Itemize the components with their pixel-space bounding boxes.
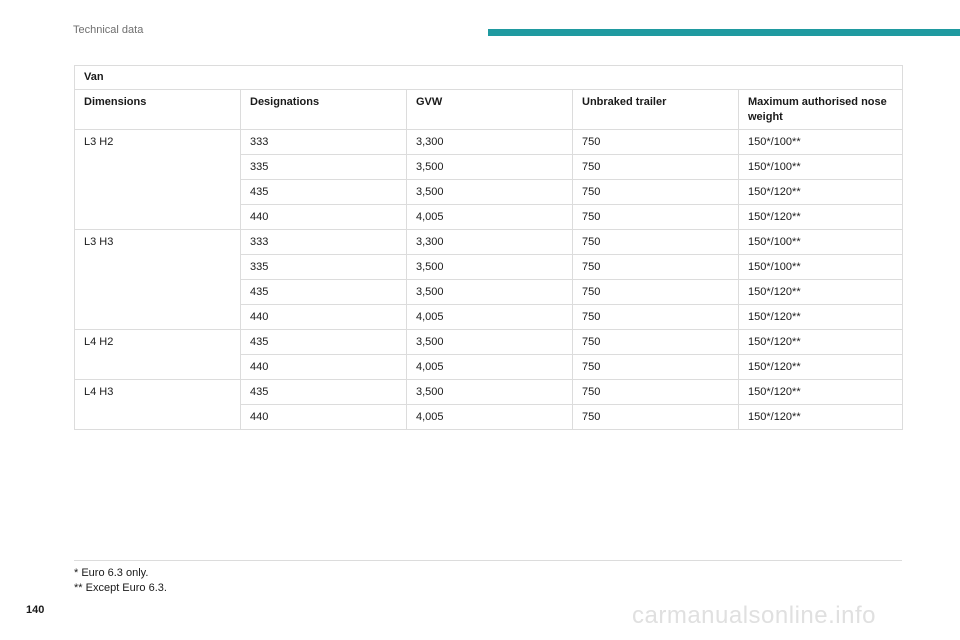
table-cell: 750 [572, 229, 739, 255]
table-cell: 750 [572, 354, 739, 380]
dimension-cell: L4 H2 [74, 329, 241, 380]
dimension-cell: L4 H3 [74, 379, 241, 430]
table-row: L3 H2 333 3,300 750 150*/100** [74, 129, 904, 230]
table-cell: 4,005 [406, 354, 573, 380]
table-cell: 150*/120** [737, 304, 904, 330]
specifications-table: Van Dimensions Designations GVW Unbraked tr… [73, 65, 904, 430]
table-cell: 3,500 [406, 179, 573, 205]
table-caption: Van [73, 65, 904, 90]
table-cell: 150*/100** [737, 129, 904, 155]
table-row: L3 H3 333 3,300 750 150*/100** [74, 229, 904, 330]
table-cell: 750 [572, 304, 739, 330]
table-cell: 750 [572, 204, 739, 230]
table-row: L4 H2 435 3,500 750 150*/120** [74, 329, 904, 380]
table-cell: 3,300 [406, 229, 573, 255]
column-header: Unbraked trailer [572, 89, 739, 130]
footnote-divider [74, 560, 902, 561]
table-cell: 750 [572, 329, 739, 355]
footnote: * Euro 6.3 only. [74, 567, 149, 579]
table-cell: 4,005 [406, 304, 573, 330]
table-cell: 150*/120** [737, 379, 904, 405]
table-cell: 150*/100** [737, 154, 904, 180]
table-cell: 435 [240, 379, 407, 405]
table-cell: 750 [572, 179, 739, 205]
table-cell: 3,500 [406, 279, 573, 305]
table-cell: 150*/120** [737, 204, 904, 230]
table-cell: 150*/120** [737, 179, 904, 205]
table-cell: 150*/120** [737, 279, 904, 305]
table-cell: 335 [240, 254, 407, 280]
table-cell: 435 [240, 279, 407, 305]
column-header: Dimensions [74, 89, 241, 130]
table-cell: 150*/120** [737, 354, 904, 380]
footnotes: * Euro 6.3 only. ** Except Euro 6.3. [74, 566, 167, 596]
table-cell: 435 [240, 329, 407, 355]
table-cell: 335 [240, 154, 407, 180]
table-cell: 150*/120** [737, 404, 904, 430]
column-header: GVW [406, 89, 573, 130]
watermark: carmanualsonline.info [632, 602, 876, 629]
table-cell: 3,500 [406, 379, 573, 405]
table-cell: 750 [572, 404, 739, 430]
table-cell: 750 [572, 279, 739, 305]
table-cell: 750 [572, 254, 739, 280]
table-body: L3 H2 333 3,300 750 150*/100** 335 3,500 750 150… [74, 129, 904, 430]
table-cell: 333 [240, 229, 407, 255]
table-cell: 333 [240, 129, 407, 155]
table-cell: 750 [572, 379, 739, 405]
table-cell: 440 [240, 304, 407, 330]
table-cell: 440 [240, 404, 407, 430]
table-cell: 150*/100** [737, 254, 904, 280]
table-cell: 3,500 [406, 154, 573, 180]
table-cell: 3,300 [406, 129, 573, 155]
table-cell: 750 [572, 129, 739, 155]
page-number: 140 [26, 604, 45, 616]
section-title: Technical data [73, 24, 144, 36]
table-cell: 4,005 [406, 404, 573, 430]
table-cell: 750 [572, 154, 739, 180]
table-cell: 150*/100** [737, 229, 904, 255]
table-cell: 440 [240, 204, 407, 230]
table-cell: 4,005 [406, 204, 573, 230]
section-accent-bar [488, 29, 960, 36]
table-cell: 440 [240, 354, 407, 380]
table-cell: 3,500 [406, 254, 573, 280]
table-row: L4 H3 435 3,500 750 150*/120** [74, 379, 904, 430]
table-header-row: Dimensions Designations GVW Unbraked traile… [74, 89, 904, 130]
column-header: Designations [240, 89, 407, 130]
column-header: Maximum authorised nose weight [737, 89, 904, 130]
footnote: ** Except Euro 6.3. [74, 582, 167, 594]
table-cell: 435 [240, 179, 407, 205]
dimension-cell: L3 H2 [74, 129, 241, 230]
table-cell: 150*/120** [737, 329, 904, 355]
table-cell: 3,500 [406, 329, 573, 355]
dimension-cell: L3 H3 [74, 229, 241, 330]
